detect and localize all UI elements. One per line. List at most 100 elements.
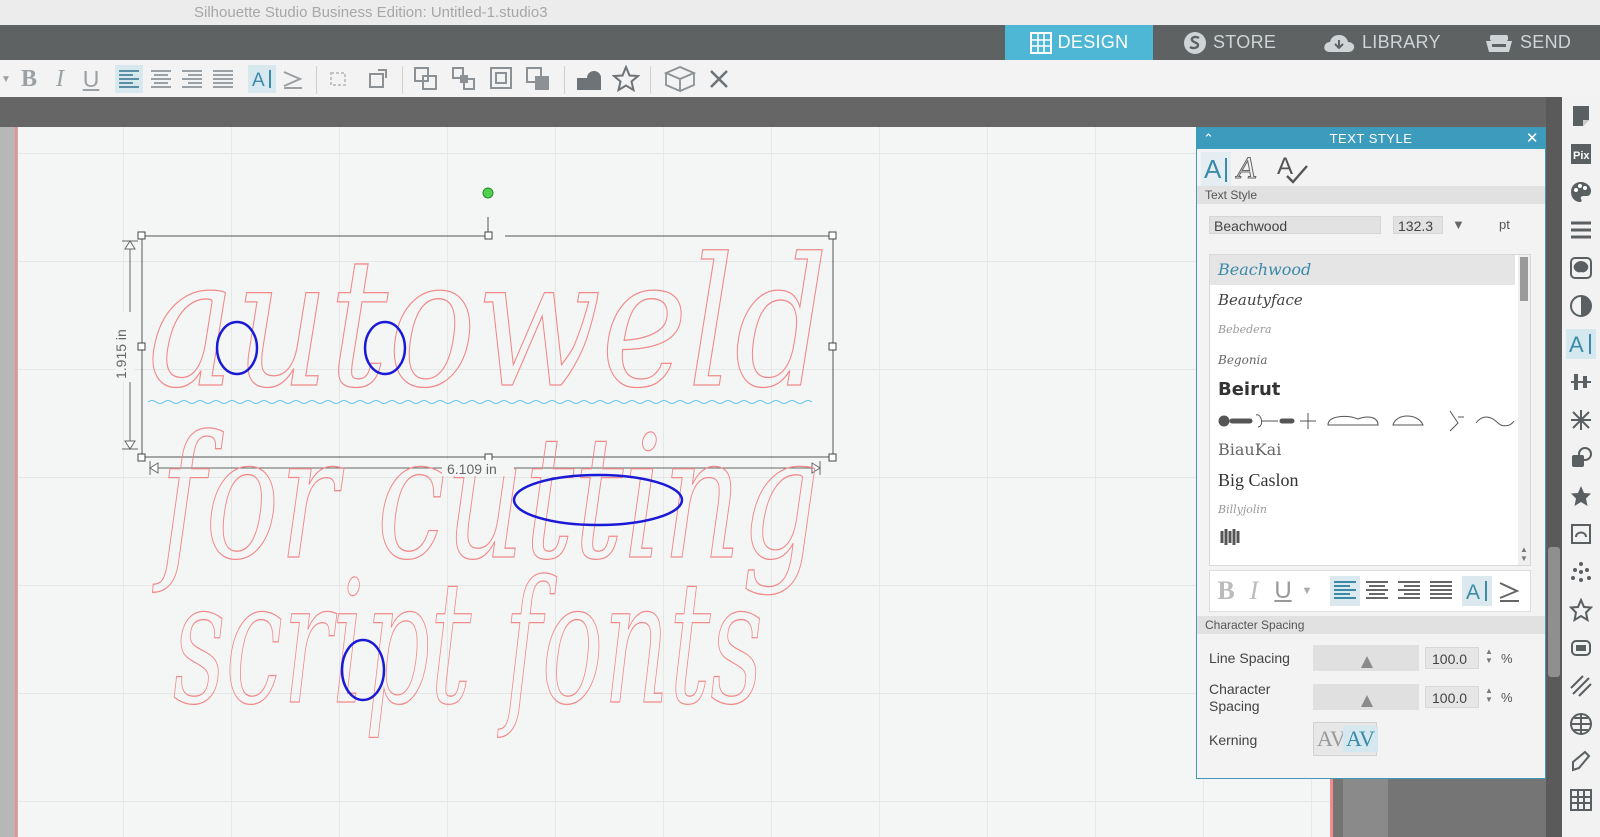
scroll-arrows-icon[interactable]: ▲ ▼ xyxy=(1520,545,1528,563)
tab-store-label: STORE xyxy=(1213,32,1277,52)
resize-handle[interactable] xyxy=(828,453,837,462)
panel-align-left-button[interactable] xyxy=(1330,576,1360,606)
transform-icon xyxy=(369,69,387,88)
nesting-button[interactable] xyxy=(1566,709,1596,739)
bold-button[interactable]: B xyxy=(16,65,42,93)
resize-handle[interactable] xyxy=(137,342,146,351)
font-item-big-caslon[interactable]: Big Caslon xyxy=(1210,465,1515,495)
star-shape-button[interactable] xyxy=(612,65,640,93)
favorites-button[interactable] xyxy=(1566,595,1596,625)
font-item-beachwood[interactable]: Beachwood xyxy=(1210,255,1515,285)
make-compound-button[interactable] xyxy=(488,65,516,93)
italic-button[interactable]: I xyxy=(48,65,72,93)
tab-spell-check[interactable]: A xyxy=(1275,152,1311,186)
line-spacing-input[interactable]: 100.0 xyxy=(1425,647,1479,669)
line-spacing-stepper[interactable]: ▲ ▼ xyxy=(1485,647,1493,665)
resize-handle[interactable] xyxy=(828,231,837,240)
design-canvas[interactable]: autoweld for cutting script fonts 1.915 … xyxy=(18,127,1340,837)
trace-button[interactable] xyxy=(1566,519,1596,549)
modify-button[interactable] xyxy=(1566,443,1596,473)
slider-handle[interactable] xyxy=(1361,656,1373,668)
underline-button[interactable]: U xyxy=(78,65,104,93)
line-style-button[interactable] xyxy=(1566,215,1596,245)
pixscan-button[interactable]: Pix xyxy=(1566,139,1596,169)
font-item-billyjolin[interactable]: Billyjolin xyxy=(1210,495,1515,525)
tab-send[interactable]: SEND xyxy=(1484,25,1600,60)
vertical-scrollbar[interactable] xyxy=(1546,97,1562,837)
slider-handle[interactable] xyxy=(1361,695,1373,707)
font-item-symbol[interactable] xyxy=(1210,525,1515,555)
weld-button[interactable] xyxy=(574,65,604,93)
offset-button[interactable] xyxy=(1566,633,1596,663)
font-item-beirut[interactable]: Beirut xyxy=(1210,375,1515,405)
contrast-button[interactable] xyxy=(1566,291,1596,321)
font-size-field[interactable]: 132.3 xyxy=(1393,216,1443,234)
kerning-on-option[interactable]: AV xyxy=(1342,726,1378,752)
panel-align-right-button[interactable] xyxy=(1394,576,1424,606)
collapse-icon[interactable]: ⌃ xyxy=(1203,128,1214,149)
font-list-scrollbar[interactable]: ▲ ▼ xyxy=(1518,255,1530,565)
close-toolbar-button[interactable] xyxy=(706,65,732,93)
align-right-button[interactable] xyxy=(179,65,205,93)
panel-horizontal-text-button[interactable]: A xyxy=(1462,576,1492,606)
group-button[interactable] xyxy=(412,65,440,93)
panel-italic-button[interactable]: I xyxy=(1242,576,1266,606)
align-center-button[interactable] xyxy=(148,65,174,93)
line-spacing-slider[interactable] xyxy=(1313,645,1419,671)
panel-text-path-button[interactable] xyxy=(1494,576,1524,606)
table-button[interactable] xyxy=(1566,785,1596,815)
align-left-button[interactable] xyxy=(115,65,143,93)
transform-button[interactable] xyxy=(364,65,390,93)
font-item-beautyface[interactable]: Beautyface xyxy=(1210,285,1515,315)
justify-button[interactable] xyxy=(210,65,236,93)
character-spacing-stepper[interactable]: ▲ ▼ xyxy=(1485,686,1493,704)
resize-handle[interactable] xyxy=(137,231,146,240)
font-size-dropdown-icon[interactable]: ▼ xyxy=(1452,217,1465,232)
sketch-pen-button[interactable] xyxy=(1566,747,1596,777)
scrollbar-thumb[interactable] xyxy=(1548,547,1560,677)
font-item-bebedera[interactable]: Bebedera xyxy=(1210,315,1515,345)
tab-glyphs[interactable]: A xyxy=(1235,152,1271,186)
tab-store[interactable]: STORE xyxy=(1183,25,1313,60)
resize-handle[interactable] xyxy=(828,342,837,351)
rotate-handle[interactable] xyxy=(482,187,494,199)
tab-library[interactable]: LIBRARY xyxy=(1322,25,1452,60)
hatch-button[interactable] xyxy=(1566,671,1596,701)
panel-underline-button[interactable]: U xyxy=(1268,576,1298,606)
replicate-button[interactable] xyxy=(1566,405,1596,435)
kerning-toggle[interactable]: AV AV xyxy=(1313,722,1378,756)
text-style-button[interactable]: A xyxy=(1566,329,1596,359)
character-spacing-input[interactable]: 100.0 xyxy=(1425,686,1479,708)
kerning-label: Kerning xyxy=(1209,732,1258,748)
tab-text-style[interactable]: A xyxy=(1201,152,1231,186)
align-objects-button[interactable] xyxy=(326,65,352,93)
panel-justify-button[interactable] xyxy=(1426,576,1456,606)
horizontal-text-button[interactable]: A xyxy=(248,65,276,93)
script-text-outline[interactable]: autoweld for cutting script fonts xyxy=(147,219,828,743)
dropdown-arrow-icon[interactable]: ▼ xyxy=(0,65,12,93)
character-spacing-slider[interactable] xyxy=(1313,684,1419,710)
underline-dropdown-icon[interactable]: ▼ xyxy=(1300,576,1314,606)
3d-box-button[interactable] xyxy=(664,65,696,93)
font-name-field[interactable]: Beachwood xyxy=(1209,216,1381,234)
page-setup-button[interactable] xyxy=(1566,101,1596,131)
font-list-scroll-thumb[interactable] xyxy=(1520,257,1528,301)
fill-color-button[interactable] xyxy=(1566,177,1596,207)
resize-handle[interactable] xyxy=(137,453,146,462)
align-panel-button[interactable] xyxy=(1566,367,1596,397)
font-list[interactable]: Beachwood Beautyface Bebedera Begonia Be… xyxy=(1209,254,1531,566)
font-item-ornament[interactable] xyxy=(1210,405,1515,435)
sketch-button[interactable] xyxy=(1566,557,1596,587)
text-on-path-button[interactable] xyxy=(280,65,306,93)
group-icon xyxy=(414,67,437,90)
close-icon[interactable]: ✕ xyxy=(1526,128,1539,149)
ungroup-button[interactable] xyxy=(450,65,478,93)
panel-bold-button[interactable]: B xyxy=(1212,576,1240,606)
library-shapes-button[interactable] xyxy=(1566,481,1596,511)
tab-design[interactable]: DESIGN xyxy=(1005,25,1153,60)
release-compound-button[interactable] xyxy=(524,65,552,93)
panel-align-center-button[interactable] xyxy=(1362,576,1392,606)
font-item-biaukai[interactable]: BiauKai xyxy=(1210,435,1515,465)
fill-pattern-button[interactable] xyxy=(1566,253,1596,283)
font-item-begonia[interactable]: Begonia xyxy=(1210,345,1515,375)
